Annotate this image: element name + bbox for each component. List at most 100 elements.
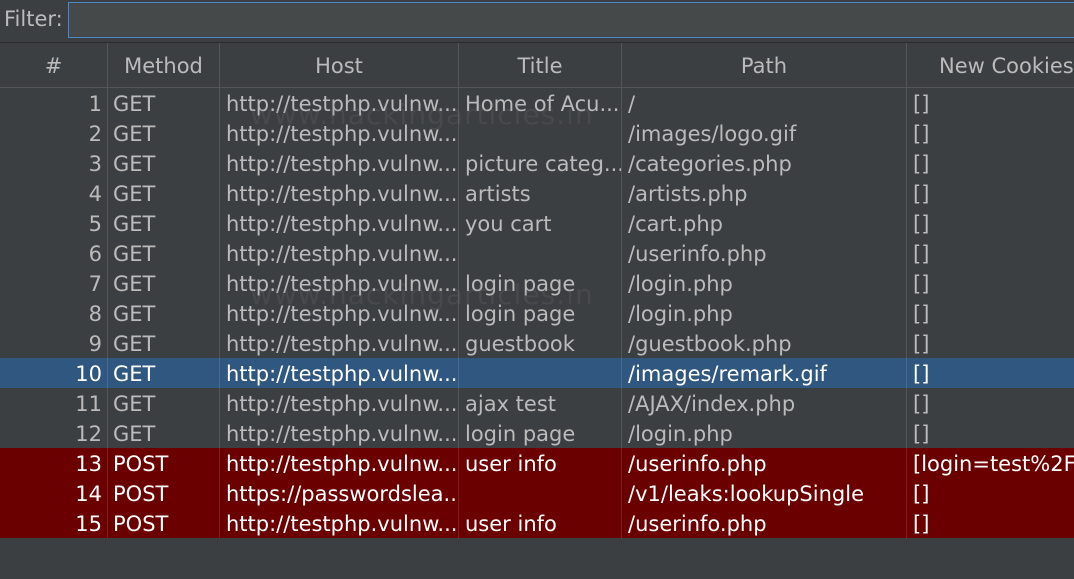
http-history-panel: Filter: # Method Host Title Path New Coo…	[0, 0, 1074, 579]
column-divider	[906, 418, 907, 448]
table-row[interactable]: 12 GET http://testphp.vulnw... login page/l…	[0, 418, 1074, 448]
cell-host: http://testphp.vulnw...	[226, 332, 458, 356]
column-divider	[906, 448, 907, 478]
column-divider	[107, 208, 108, 238]
column-divider	[906, 328, 907, 358]
column-divider	[906, 118, 907, 148]
cell-method: GET	[113, 332, 156, 356]
cell-path: /v1/leaks:lookupSingle	[628, 482, 864, 506]
table-row-selected[interactable]: 10 GET http://testphp.vulnw... /images/rema…	[0, 358, 1074, 388]
cell-number: 14	[75, 482, 102, 506]
column-divider	[107, 358, 108, 388]
column-divider	[906, 358, 907, 388]
cell-title: guestbook	[465, 332, 575, 356]
column-divider	[107, 448, 108, 478]
table-row[interactable]: 1 GET http://testphp.vulnw... Home of Acu..…	[0, 88, 1074, 118]
cell-new-cookies: []	[913, 392, 930, 416]
table-row[interactable]: 14 POST https://passwordslea... /v1/leaks:l…	[0, 478, 1074, 508]
column-divider	[906, 268, 907, 298]
cell-method: GET	[113, 242, 156, 266]
cell-method: GET	[113, 92, 156, 116]
table-row[interactable]: 8 GET http://testphp.vulnw... login page/lo…	[0, 298, 1074, 328]
column-divider	[107, 298, 108, 328]
column-header-path[interactable]: Path	[622, 43, 907, 87]
table-row[interactable]: 3 GET http://testphp.vulnw... picture categ…	[0, 148, 1074, 178]
column-divider	[107, 418, 108, 448]
column-divider	[621, 508, 622, 538]
table-body: 1 GET http://testphp.vulnw... Home of Acu..…	[0, 88, 1074, 538]
cell-new-cookies: []	[913, 152, 930, 176]
column-divider	[219, 358, 220, 388]
cell-title: Home of Acu...	[465, 92, 620, 116]
cell-new-cookies: []	[913, 182, 930, 206]
cell-path: /guestbook.php	[628, 332, 792, 356]
cell-host: http://testphp.vulnw...	[226, 392, 458, 416]
column-divider	[219, 478, 220, 508]
cell-new-cookies: [login=test%2F	[913, 452, 1074, 476]
cell-path: /userinfo.php	[628, 452, 767, 476]
column-divider	[219, 178, 220, 208]
column-divider	[458, 448, 459, 478]
column-divider	[621, 478, 622, 508]
column-divider	[621, 208, 622, 238]
cell-number: 2	[88, 122, 102, 146]
filter-label: Filter:	[4, 7, 63, 31]
table-row[interactable]: 13 POST http://testphp.vulnw... user info/u…	[0, 448, 1074, 478]
cell-title: ajax test	[465, 392, 557, 416]
column-divider	[621, 178, 622, 208]
column-divider	[219, 328, 220, 358]
column-divider	[458, 328, 459, 358]
column-header-new-cookies[interactable]: New Cookies	[907, 43, 1074, 87]
column-divider	[219, 118, 220, 148]
column-divider	[107, 148, 108, 178]
cell-title: you cart	[465, 212, 552, 236]
cell-new-cookies: []	[913, 302, 930, 326]
cell-new-cookies: []	[913, 422, 930, 446]
column-divider	[621, 268, 622, 298]
table-row[interactable]: 15 POST http://testphp.vulnw... user info/u…	[0, 508, 1074, 538]
column-divider	[107, 478, 108, 508]
cell-title: login page	[465, 302, 576, 326]
cell-host: http://testphp.vulnw...	[226, 242, 458, 266]
column-header-method[interactable]: Method	[108, 43, 220, 87]
table-row[interactable]: 4 GET http://testphp.vulnw... artists/artis…	[0, 178, 1074, 208]
column-divider	[458, 238, 459, 268]
column-header-number[interactable]: #	[0, 43, 108, 87]
table-row[interactable]: 6 GET http://testphp.vulnw... /userinfo.php…	[0, 238, 1074, 268]
table-row[interactable]: 7 GET http://testphp.vulnw... login page/lo…	[0, 268, 1074, 298]
table-row[interactable]: 11 GET http://testphp.vulnw... ajax test/AJ…	[0, 388, 1074, 418]
cell-path: /	[628, 92, 636, 116]
table-row[interactable]: 2 GET http://testphp.vulnw... /images/logo.…	[0, 118, 1074, 148]
column-header-host[interactable]: Host	[220, 43, 459, 87]
column-divider	[458, 418, 459, 448]
cell-host: http://testphp.vulnw...	[226, 452, 458, 476]
cell-method: POST	[113, 452, 169, 476]
column-divider	[621, 328, 622, 358]
cell-number: 15	[75, 512, 102, 536]
cell-method: GET	[113, 152, 156, 176]
table-row[interactable]: 5 GET http://testphp.vulnw... you cart/cart…	[0, 208, 1074, 238]
table-row[interactable]: 9 GET http://testphp.vulnw... guestbook/gue…	[0, 328, 1074, 358]
empty-table-area	[0, 538, 1074, 579]
column-divider	[458, 358, 459, 388]
filter-bar: Filter:	[0, 0, 1074, 42]
column-divider	[906, 178, 907, 208]
column-header-title[interactable]: Title	[459, 43, 622, 87]
column-divider	[906, 478, 907, 508]
column-divider	[906, 208, 907, 238]
cell-host: http://testphp.vulnw...	[226, 272, 458, 296]
cell-host: http://testphp.vulnw...	[226, 362, 458, 386]
filter-input[interactable]	[68, 2, 1074, 38]
cell-host: http://testphp.vulnw...	[226, 152, 458, 176]
column-divider	[107, 88, 108, 118]
cell-host: http://testphp.vulnw...	[226, 212, 458, 236]
column-divider	[107, 328, 108, 358]
cell-method: GET	[113, 272, 156, 296]
column-divider	[107, 178, 108, 208]
column-divider	[219, 418, 220, 448]
column-divider	[458, 88, 459, 118]
cell-title	[465, 238, 622, 268]
cell-number: 11	[75, 392, 102, 416]
cell-path: /login.php	[628, 272, 733, 296]
cell-path: /userinfo.php	[628, 512, 767, 536]
